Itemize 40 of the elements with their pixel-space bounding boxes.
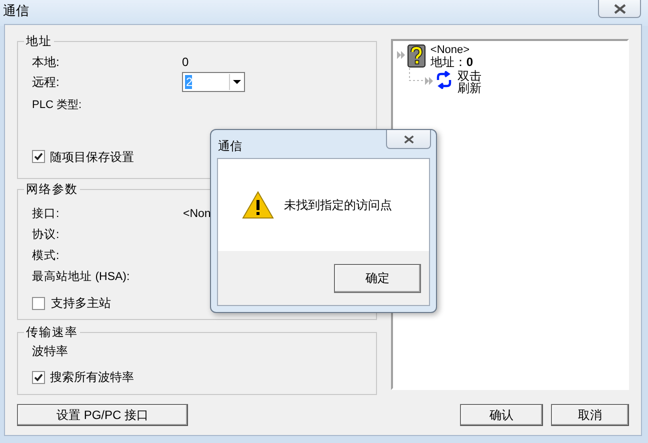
group-title: 地址 [24,33,54,49]
remote-label: 远程: [32,74,60,91]
close-icon [614,4,626,14]
plc-type-label: PLC 类型: [32,98,83,113]
field-label: 协议: [32,227,60,243]
local-label: 本地: [32,54,60,71]
checkbox[interactable] [32,296,45,310]
field-label: 模式: [32,248,60,264]
close-button[interactable] [386,130,431,149]
group-title: 传输速率 [24,324,80,340]
baud-rate-label: 波特率 [32,343,69,360]
dropdown-arrow-icon [229,74,244,90]
checkbox-label: 随项目保存设置 [50,148,134,166]
close-button[interactable] [598,0,641,18]
expand-arrow-icon [425,77,434,85]
checkbox[interactable] [32,370,45,384]
confirm-button[interactable]: 确认 [460,404,543,426]
field-label: 接口: [32,206,60,222]
set-pgpc-interface-button[interactable]: 设置 PG/PC 接口 [17,404,188,426]
checkbox[interactable] [32,150,45,163]
checkbox-label: 搜索所有波特率 [50,369,134,386]
tree-connector [409,68,426,82]
node-address: 地址：0 [430,56,474,68]
refresh-icon [435,71,454,89]
checkbox-label: 支持多主站 [51,295,111,312]
refresh-label[interactable]: 双击刷新 [457,70,482,94]
node-name: <None> [430,44,471,56]
field-label: 最高站地址 (HSA): [32,269,131,285]
field-value: <Non [183,206,211,222]
local-value: 0 [182,54,189,71]
question-mark-icon [407,44,428,68]
cancel-button[interactable]: 取消 [551,404,629,426]
warning-icon [242,191,274,219]
close-icon [404,134,414,144]
group-title: 网络参数 [24,181,80,197]
ok-button[interactable]: 确定 [334,264,421,292]
expand-arrow-icon [397,51,406,59]
message-box-title: 通信 [218,138,242,155]
window-title: 通信 [3,2,29,20]
message-text: 未找到指定的访问点 [284,197,392,214]
